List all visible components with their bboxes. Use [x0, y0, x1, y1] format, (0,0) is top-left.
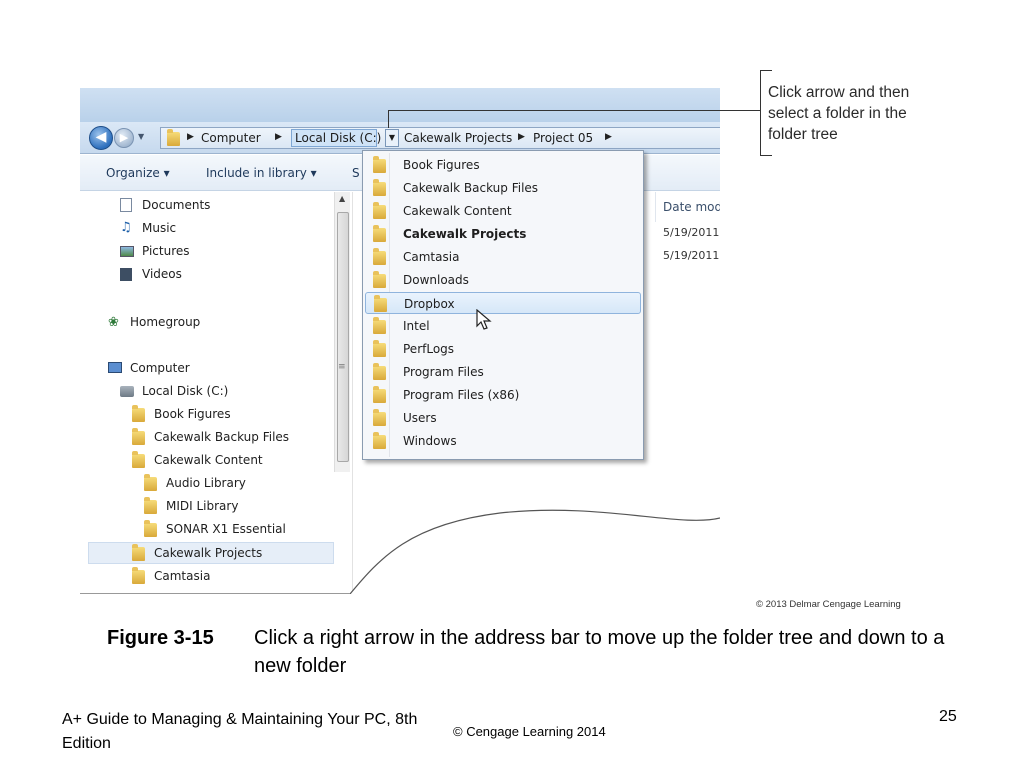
- organize-button[interactable]: Organize ▾: [106, 166, 170, 180]
- folder-icon: [373, 271, 386, 288]
- menu-item-book-figures[interactable]: Book Figures: [365, 154, 641, 176]
- menu-item-program-files-x86[interactable]: Program Files (x86): [365, 384, 641, 406]
- image-credit: © 2013 Delmar Cengage Learning: [756, 599, 901, 610]
- menu-item-camtasia[interactable]: Camtasia: [365, 246, 641, 268]
- column-divider: [655, 192, 656, 222]
- figure-label: Figure 3-15: [107, 627, 214, 649]
- footer-book-title: A+ Guide to Managing & Maintaining Your …: [62, 711, 418, 752]
- breadcrumb-arrow-icon[interactable]: ▶: [518, 132, 525, 142]
- back-arrow-icon[interactable]: ◀: [89, 126, 113, 150]
- address-field[interactable]: ▶ Computer ▶ Local Disk (C:) ▼ Cakewalk …: [160, 127, 720, 149]
- folder-icon: [373, 363, 386, 380]
- explorer-window: ◀ ▶ ▼ ▶ Computer ▶ Local Disk (C:) ▼ Cak…: [80, 88, 720, 594]
- menu-item-downloads[interactable]: Downloads: [365, 269, 641, 291]
- callout-text: Click arrow and then select a folder in …: [768, 84, 910, 143]
- breadcrumb-arrow-icon[interactable]: ▶: [605, 132, 612, 142]
- folder-icon: [373, 340, 386, 357]
- document-icon: [120, 198, 132, 212]
- date-modified-column-header[interactable]: Date mod: [663, 200, 720, 214]
- folder-icon: [144, 520, 157, 537]
- videos-icon: [120, 268, 132, 281]
- window-titlebar: [80, 88, 720, 122]
- breadcrumb-arrow-icon[interactable]: ▶: [275, 132, 282, 142]
- callout-bracket: [760, 155, 772, 156]
- folder-icon: [373, 386, 386, 403]
- folder-icon: [373, 409, 386, 426]
- folder-icon: [144, 497, 157, 514]
- callout-bracket: [760, 70, 772, 71]
- figure-caption-text: Click a right arrow in the address bar t…: [254, 627, 945, 677]
- folder-icon: [373, 432, 386, 449]
- menu-item-dropbox[interactable]: Dropbox: [365, 292, 641, 330]
- nav-pane-scrollbar[interactable]: ▲ ≡: [334, 192, 350, 472]
- folder-icon: [132, 405, 145, 422]
- menu-item-cakewalk-content[interactable]: Cakewalk Content: [365, 200, 641, 222]
- folder-icon: [373, 248, 386, 265]
- forward-arrow-icon[interactable]: ▶: [114, 128, 134, 148]
- explorer-screenshot: ◀ ▶ ▼ ▶ Computer ▶ Local Disk (C:) ▼ Cak…: [80, 88, 720, 594]
- scrollbar-grip-icon: ≡: [338, 362, 346, 372]
- callout-leader-line: [388, 110, 389, 128]
- folder-icon: [132, 567, 145, 584]
- folder-icon: [373, 202, 386, 219]
- pictures-icon: [120, 246, 134, 257]
- scroll-up-arrow-icon[interactable]: ▲: [339, 194, 345, 203]
- menu-item-windows[interactable]: Windows: [365, 430, 641, 452]
- breadcrumb-computer[interactable]: Computer: [201, 131, 261, 145]
- menu-item-perflogs[interactable]: PerfLogs: [365, 338, 641, 360]
- breadcrumb-cakewalk-projects[interactable]: Cakewalk Projects: [404, 131, 512, 145]
- scrollbar-thumb[interactable]: [337, 212, 349, 462]
- folder-icon: [373, 179, 386, 196]
- folder-icon: [144, 474, 157, 491]
- folder-icon: [374, 295, 387, 312]
- callout-bracket: [760, 70, 761, 156]
- footer-copyright: © Cengage Learning 2014: [453, 724, 606, 739]
- folder-icon: [132, 428, 145, 445]
- folder-icon: [167, 129, 180, 146]
- computer-icon: [108, 362, 122, 373]
- drive-icon: [120, 386, 134, 397]
- menu-item-intel[interactable]: Intel: [365, 315, 641, 337]
- breadcrumb-dropdown-arrow-icon[interactable]: ▼: [385, 129, 399, 147]
- breadcrumb-project-05[interactable]: Project 05: [533, 131, 593, 145]
- music-icon: ♫: [120, 220, 132, 235]
- share-button[interactable]: S: [352, 166, 360, 180]
- folder-icon: [373, 156, 386, 173]
- menu-item-cakewalk-backup-files[interactable]: Cakewalk Backup Files: [365, 177, 641, 199]
- homegroup-icon: ❀: [108, 315, 119, 330]
- menu-item-users[interactable]: Users: [365, 407, 641, 429]
- breadcrumb-local-disk[interactable]: Local Disk (C:): [295, 131, 381, 145]
- folder-icon: [132, 451, 145, 468]
- page-number: 25: [939, 708, 957, 725]
- date-cell: 5/19/2011: [663, 249, 720, 262]
- include-in-library-button[interactable]: Include in library ▾: [206, 166, 317, 180]
- menu-item-cakewalk-projects[interactable]: Cakewalk Projects: [365, 223, 641, 245]
- folder-tree-dropdown-menu: Book Figures Cakewalk Backup Files Cakew…: [362, 150, 644, 460]
- folder-icon: [132, 544, 145, 561]
- recent-pages-dropdown-icon[interactable]: ▼: [138, 132, 144, 141]
- folder-icon: [373, 225, 386, 242]
- callout-leader-line: [388, 110, 760, 111]
- menu-item-program-files[interactable]: Program Files: [365, 361, 641, 383]
- folder-icon: [373, 317, 386, 334]
- breadcrumb-arrow-icon[interactable]: ▶: [187, 132, 194, 142]
- date-cell: 5/19/2011: [663, 226, 720, 239]
